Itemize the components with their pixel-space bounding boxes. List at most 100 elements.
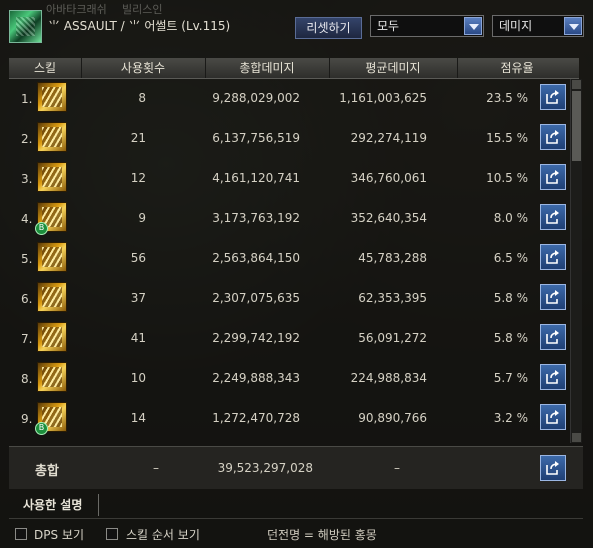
skill-icon: B (35, 202, 67, 235)
scroll-down-icon[interactable] (572, 433, 581, 442)
row-number: 9. (21, 412, 33, 426)
skill-order-checkbox-label: 스킬 순서 보기 (126, 528, 200, 542)
character-name: ⺌ ASSAULT / ⺌ 어썰트 (Lv.115) (48, 19, 231, 33)
skill-uses: 14 (130, 411, 146, 425)
skill-uses: 37 (130, 291, 146, 305)
row-number: 8. (21, 372, 33, 386)
share-icon (546, 410, 559, 424)
filter-select-value: 모두 (377, 19, 400, 33)
skill-order-checkbox[interactable] (106, 528, 118, 540)
dps-checkbox-label: DPS 보기 (34, 528, 84, 542)
row-number: 2. (21, 132, 33, 146)
share-button[interactable] (540, 324, 566, 350)
table-row: 3. 12 4,161,120,741 346,760,061 10.5 % (9, 159, 570, 199)
table-row: 9. B 14 1,272,470,728 90,890,766 3.2 % (9, 399, 570, 439)
scrollbar[interactable] (570, 79, 582, 443)
share-icon (546, 461, 559, 475)
skill-icon (37, 322, 67, 352)
skill-icon (37, 82, 67, 112)
table-row: 6. 37 2,307,075,635 62,353,395 5.8 % (9, 279, 570, 319)
col-share[interactable]: 점유율 (457, 58, 577, 78)
scroll-thumb[interactable] (572, 91, 581, 161)
row-number: 5. (21, 252, 33, 266)
skill-avg-damage: 45,783,288 (358, 251, 427, 265)
dps-checkbox[interactable] (15, 528, 27, 540)
skill-share: 10.5 % (486, 171, 528, 185)
chevron-down-icon[interactable] (464, 17, 482, 35)
skill-uses: 41 (130, 331, 146, 345)
col-skill[interactable]: 스킬 (9, 58, 82, 78)
table-row: 2. 21 6,137,756,519 292,274,119 15.5 % (9, 119, 570, 159)
skill-share: 3.2 % (493, 411, 528, 425)
total-uses: – (153, 461, 159, 475)
row-number: 6. (21, 292, 33, 306)
total-row: 총합 – 39,523,297,028 – (9, 446, 583, 489)
scroll-up-icon[interactable] (572, 80, 581, 89)
skill-badge: B (35, 422, 48, 435)
skill-damage-table: 스킬 사용횟수 총합데미지 평균데미지 점유율 1. 8 9,288,029,002… (9, 58, 583, 445)
filter-select[interactable]: 모두 (370, 15, 484, 37)
col-uses[interactable]: 사용횟수 (81, 58, 206, 78)
header: 아바타크래쉬 빌리스인 ⺌ ASSAULT / ⺌ 어썰트 (Lv.115) 리… (0, 0, 593, 58)
share-button[interactable] (540, 404, 566, 430)
faded-tab-1: 아바타크래쉬 (46, 3, 107, 16)
share-button[interactable] (540, 284, 566, 310)
skill-share: 15.5 % (486, 131, 528, 145)
share-button[interactable] (540, 164, 566, 190)
skill-avg-damage: 62,353,395 (358, 291, 427, 305)
skill-share: 23.5 % (486, 91, 528, 105)
skill-avg-damage: 346,760,061 (350, 171, 427, 185)
share-icon (546, 250, 559, 264)
skill-uses: 8 (138, 91, 146, 105)
reset-button[interactable]: 리셋하기 (295, 17, 362, 39)
damage-meter-window: 아바타크래쉬 빌리스인 ⺌ ASSAULT / ⺌ 어썰트 (Lv.115) 리… (0, 0, 593, 548)
table-header: 스킬 사용횟수 총합데미지 평균데미지 점유율 (9, 58, 579, 79)
character-portrait-icon (9, 10, 42, 43)
col-total-damage[interactable]: 총합데미지 (205, 58, 330, 78)
share-button[interactable] (540, 244, 566, 270)
table-row: 8. 10 2,249,888,343 224,988,834 5.7 % (9, 359, 570, 399)
skill-uses: 56 (130, 251, 146, 265)
share-button[interactable] (540, 124, 566, 150)
faded-tab-2: 빌리스인 (122, 3, 163, 16)
skill-total-damage: 2,299,742,192 (212, 331, 300, 345)
table-row: 5. 56 2,563,864,150 45,783,288 6.5 % (9, 239, 570, 279)
skill-share: 5.8 % (493, 331, 528, 345)
tab-used-description[interactable]: 사용한 설명 (11, 494, 99, 516)
skill-total-damage: 2,249,888,343 (212, 371, 300, 385)
skill-icon (37, 362, 67, 392)
skill-avg-damage: 292,274,119 (350, 131, 427, 145)
divider (9, 518, 583, 519)
skill-avg-damage: 352,640,354 (350, 211, 427, 225)
table-row: 7. 41 2,299,742,192 56,091,272 5.8 % (9, 319, 570, 359)
skill-avg-damage: 224,988,834 (350, 371, 427, 385)
skill-total-damage: 9,288,029,002 (212, 91, 300, 105)
skill-share: 6.5 % (493, 251, 528, 265)
skill-uses: 12 (130, 171, 146, 185)
skill-share: 5.8 % (493, 291, 528, 305)
share-button[interactable] (540, 204, 566, 230)
share-icon (546, 210, 559, 224)
total-avg: – (394, 461, 400, 475)
skill-avg-damage: 1,161,003,625 (339, 91, 427, 105)
skill-avg-damage: 56,091,272 (358, 331, 427, 345)
chevron-down-icon[interactable] (564, 17, 582, 35)
damage-type-select[interactable]: 데미지 (492, 15, 584, 37)
share-button[interactable] (540, 455, 566, 481)
damage-type-select-value: 데미지 (499, 19, 533, 33)
table-body: 1. 8 9,288,029,002 1,161,003,625 23.5 % 2. 21 6… (9, 79, 570, 445)
skill-icon: B (35, 402, 67, 435)
row-number: 4. (21, 212, 33, 226)
row-number: 7. (21, 332, 33, 346)
share-button[interactable] (540, 84, 566, 110)
skill-total-damage: 4,161,120,741 (212, 171, 300, 185)
table-row: 1. 8 9,288,029,002 1,161,003,625 23.5 % (9, 79, 570, 119)
col-avg-damage[interactable]: 평균데미지 (329, 58, 458, 78)
skill-total-damage: 6,137,756,519 (212, 131, 300, 145)
share-button[interactable] (540, 364, 566, 390)
row-number: 1. (21, 92, 33, 106)
skill-uses: 9 (138, 211, 146, 225)
skill-total-damage: 2,563,864,150 (212, 251, 300, 265)
skill-total-damage: 2,307,075,635 (212, 291, 300, 305)
skill-icon (37, 282, 67, 312)
